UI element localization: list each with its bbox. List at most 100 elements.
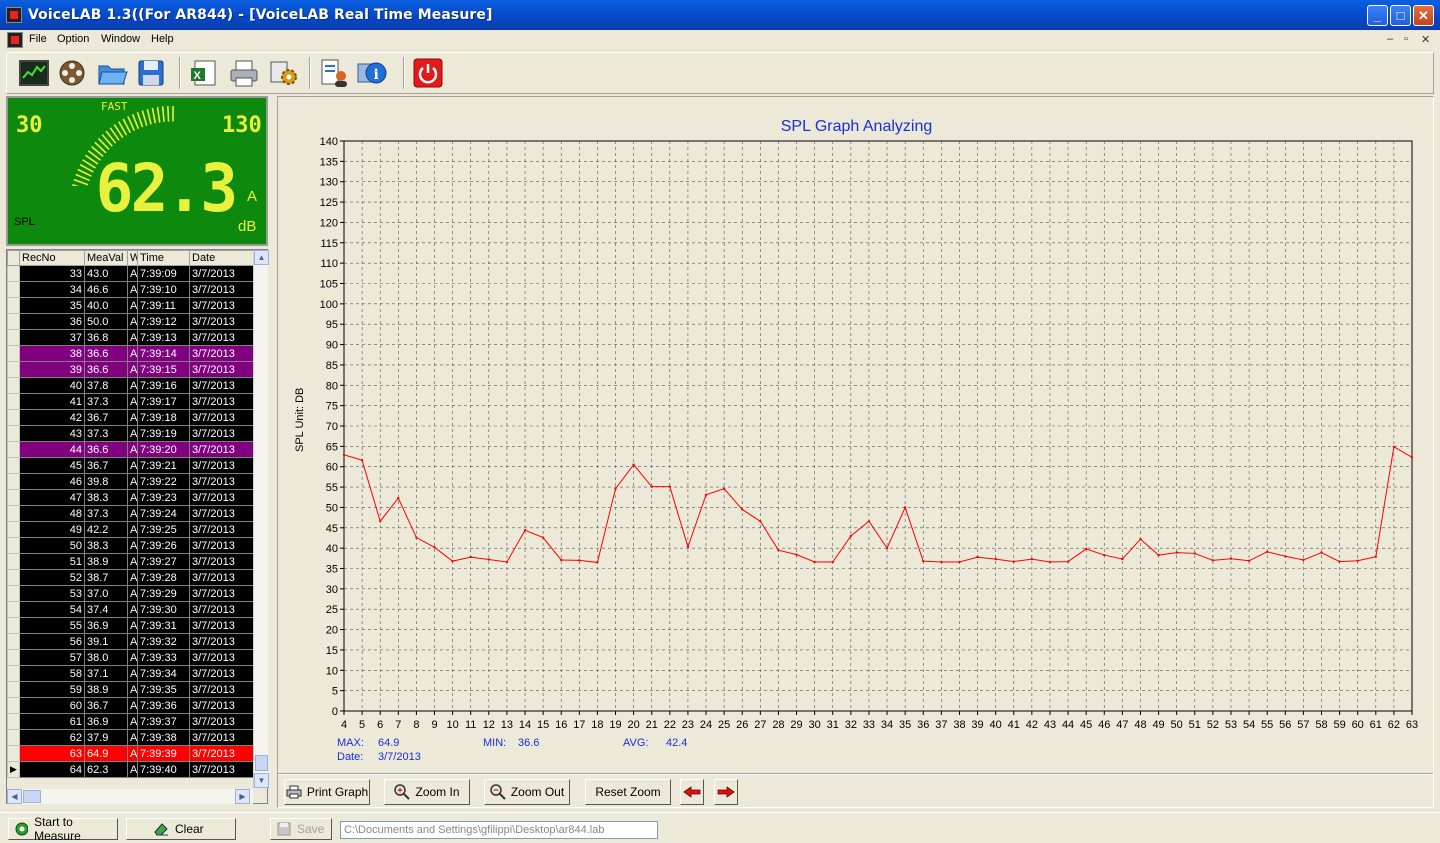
col-recno[interactable]: RecNo bbox=[19, 250, 85, 266]
menu-option[interactable]: Option bbox=[57, 33, 89, 45]
chart-monitor-icon[interactable] bbox=[17, 57, 51, 89]
scroll-up-arrow-icon[interactable]: ▲ bbox=[254, 250, 269, 265]
min-label: MIN: bbox=[483, 737, 507, 749]
cell-weighting: A bbox=[127, 697, 138, 714]
bar-segment bbox=[151, 107, 157, 124]
table-row[interactable]: 54 37.4 A 7:39:30 3/7/2013 bbox=[7, 601, 254, 618]
table-row[interactable]: 40 37.8 A 7:39:16 3/7/2013 bbox=[7, 377, 254, 394]
table-row[interactable]: 36 50.0 A 7:39:12 3/7/2013 bbox=[7, 313, 254, 330]
cell-weighting: A bbox=[127, 761, 138, 778]
table-row[interactable]: 34 46.6 A 7:39:10 3/7/2013 bbox=[7, 281, 254, 298]
cell-meaval: 37.3 bbox=[84, 505, 128, 522]
open-folder-icon[interactable] bbox=[95, 57, 129, 89]
x-tick-label: 60 bbox=[1352, 719, 1364, 731]
table-row[interactable]: 61 36.9 A 7:39:37 3/7/2013 bbox=[7, 713, 254, 730]
records-vertical-scrollbar[interactable]: ▲ ▼ bbox=[253, 250, 269, 788]
x-tick-label: 16 bbox=[555, 719, 567, 731]
save-disk-icon[interactable] bbox=[134, 57, 168, 89]
scroll-right-arrow-icon[interactable]: ▶ bbox=[235, 789, 250, 804]
info-icon[interactable]: i bbox=[355, 57, 389, 89]
minimize-button[interactable]: _ bbox=[1367, 5, 1388, 26]
power-icon[interactable] bbox=[411, 57, 445, 89]
row-indicator bbox=[7, 569, 20, 586]
x-tick-label: 5 bbox=[359, 719, 365, 731]
report-user-icon[interactable] bbox=[317, 57, 351, 89]
save-button[interactable]: Save bbox=[270, 818, 332, 840]
clear-button[interactable]: Clear bbox=[126, 818, 236, 840]
file-path-field[interactable]: C:\Documents and Settings\gfilippi\Deskt… bbox=[340, 821, 658, 839]
col-time[interactable]: Time bbox=[137, 250, 190, 266]
table-row[interactable]: 52 38.7 A 7:39:28 3/7/2013 bbox=[7, 569, 254, 586]
table-row[interactable]: 42 36.7 A 7:39:18 3/7/2013 bbox=[7, 409, 254, 426]
table-row[interactable]: 58 37.1 A 7:39:34 3/7/2013 bbox=[7, 665, 254, 682]
col-meaval[interactable]: MeaVal bbox=[84, 250, 128, 266]
spl-line-chart[interactable]: 0510152025303540455055606570758085909510… bbox=[278, 97, 1435, 737]
settings-gear-icon[interactable] bbox=[267, 57, 301, 89]
x-tick-label: 41 bbox=[1008, 719, 1020, 731]
close-button[interactable]: ✕ bbox=[1413, 5, 1434, 26]
child-minimize-button[interactable]: – bbox=[1387, 33, 1393, 45]
records-grid[interactable]: RecNo MeaVal W Time Date 3343.0A7:39:093… bbox=[6, 249, 269, 804]
table-row[interactable]: 45 36.7 A 7:39:21 3/7/2013 bbox=[7, 457, 254, 474]
child-restore-button[interactable]: ▫ bbox=[1404, 33, 1408, 45]
scroll-left-arrow-icon[interactable]: ◀ bbox=[7, 789, 22, 804]
records-table[interactable]: RecNo MeaVal W Time Date 3343.0A7:39:093… bbox=[7, 250, 254, 778]
menu-help[interactable]: Help bbox=[151, 33, 174, 45]
table-row[interactable]: 60 36.7 A 7:39:36 3/7/2013 bbox=[7, 697, 254, 714]
table-row[interactable]: 53 37.0 A 7:39:29 3/7/2013 bbox=[7, 585, 254, 602]
cell-weighting: A bbox=[127, 489, 138, 506]
table-row[interactable]: 47 38.3 A 7:39:23 3/7/2013 bbox=[7, 489, 254, 506]
col-date[interactable]: Date bbox=[189, 250, 254, 266]
film-reel-icon[interactable] bbox=[55, 57, 89, 89]
print-graph-button[interactable]: Print Graph bbox=[284, 779, 370, 805]
scroll-thumb[interactable] bbox=[255, 755, 268, 771]
start-measure-button[interactable]: Start to Measure bbox=[8, 815, 118, 843]
excel-export-icon[interactable]: X bbox=[187, 57, 221, 89]
cell-date: 3/7/2013 bbox=[189, 601, 254, 618]
scroll-left-button[interactable] bbox=[680, 779, 704, 805]
maximize-button[interactable]: □ bbox=[1390, 5, 1411, 26]
cell-meaval: 46.6 bbox=[84, 281, 128, 298]
printer-icon[interactable] bbox=[227, 57, 261, 89]
table-row[interactable]: 33 43.0 A 7:39:09 3/7/2013 bbox=[7, 265, 254, 282]
cell-recno: 37 bbox=[19, 329, 85, 346]
child-close-button[interactable]: ✕ bbox=[1421, 33, 1430, 46]
table-row[interactable]: 43 37.3 A 7:39:19 3/7/2013 bbox=[7, 425, 254, 442]
table-row[interactable]: 37 36.8 A 7:39:13 3/7/2013 bbox=[7, 329, 254, 346]
y-tick-label: 70 bbox=[326, 421, 338, 433]
table-row[interactable]: 59 38.9 A 7:39:35 3/7/2013 bbox=[7, 681, 254, 698]
table-row[interactable]: ▶ 64 62.3 A 7:39:40 3/7/2013 bbox=[7, 761, 254, 778]
scroll-down-arrow-icon[interactable]: ▼ bbox=[254, 773, 269, 788]
table-row[interactable]: 35 40.0 A 7:39:11 3/7/2013 bbox=[7, 297, 254, 314]
table-row[interactable]: 49 42.2 A 7:39:25 3/7/2013 bbox=[7, 521, 254, 538]
reset-zoom-button[interactable]: Reset Zoom bbox=[585, 779, 671, 805]
x-tick-label: 21 bbox=[646, 719, 658, 731]
menu-window[interactable]: Window bbox=[101, 33, 140, 45]
table-row[interactable]: 62 37.9 A 7:39:38 3/7/2013 bbox=[7, 729, 254, 746]
table-row[interactable]: 46 39.8 A 7:39:22 3/7/2013 bbox=[7, 473, 254, 490]
scroll-right-button[interactable] bbox=[714, 779, 738, 805]
row-indicator bbox=[7, 505, 20, 522]
table-row[interactable]: 63 64.9 A 7:39:39 3/7/2013 bbox=[7, 745, 254, 762]
x-tick-label: 6 bbox=[377, 719, 383, 731]
cell-meaval: 64.9 bbox=[84, 745, 128, 762]
table-row[interactable]: 44 36.6 A 7:39:20 3/7/2013 bbox=[7, 441, 254, 458]
table-row[interactable]: 55 36.9 A 7:39:31 3/7/2013 bbox=[7, 617, 254, 634]
menu-file[interactable]: File bbox=[29, 33, 47, 45]
table-row[interactable]: 51 38.9 A 7:39:27 3/7/2013 bbox=[7, 553, 254, 570]
table-row[interactable]: 39 36.6 A 7:39:15 3/7/2013 bbox=[7, 361, 254, 378]
col-weighting[interactable]: W bbox=[127, 250, 138, 266]
hscroll-thumb[interactable] bbox=[23, 790, 41, 803]
table-row[interactable]: 50 38.3 A 7:39:26 3/7/2013 bbox=[7, 537, 254, 554]
child-window-icon[interactable] bbox=[7, 32, 23, 48]
unit-label: dB bbox=[238, 218, 257, 235]
zoom-out-button[interactable]: Zoom Out bbox=[484, 779, 570, 805]
table-row[interactable]: 56 39.1 A 7:39:32 3/7/2013 bbox=[7, 633, 254, 650]
table-row[interactable]: 57 38.0 A 7:39:33 3/7/2013 bbox=[7, 649, 254, 666]
table-row[interactable]: 41 37.3 A 7:39:17 3/7/2013 bbox=[7, 393, 254, 410]
table-row[interactable]: 48 37.3 A 7:39:24 3/7/2013 bbox=[7, 505, 254, 522]
table-row[interactable]: 38 36.6 A 7:39:14 3/7/2013 bbox=[7, 345, 254, 362]
zoom-in-button[interactable]: Zoom In bbox=[384, 779, 470, 805]
records-horizontal-scrollbar[interactable]: ◀ ▶ bbox=[7, 789, 253, 804]
cell-weighting: A bbox=[127, 585, 138, 602]
